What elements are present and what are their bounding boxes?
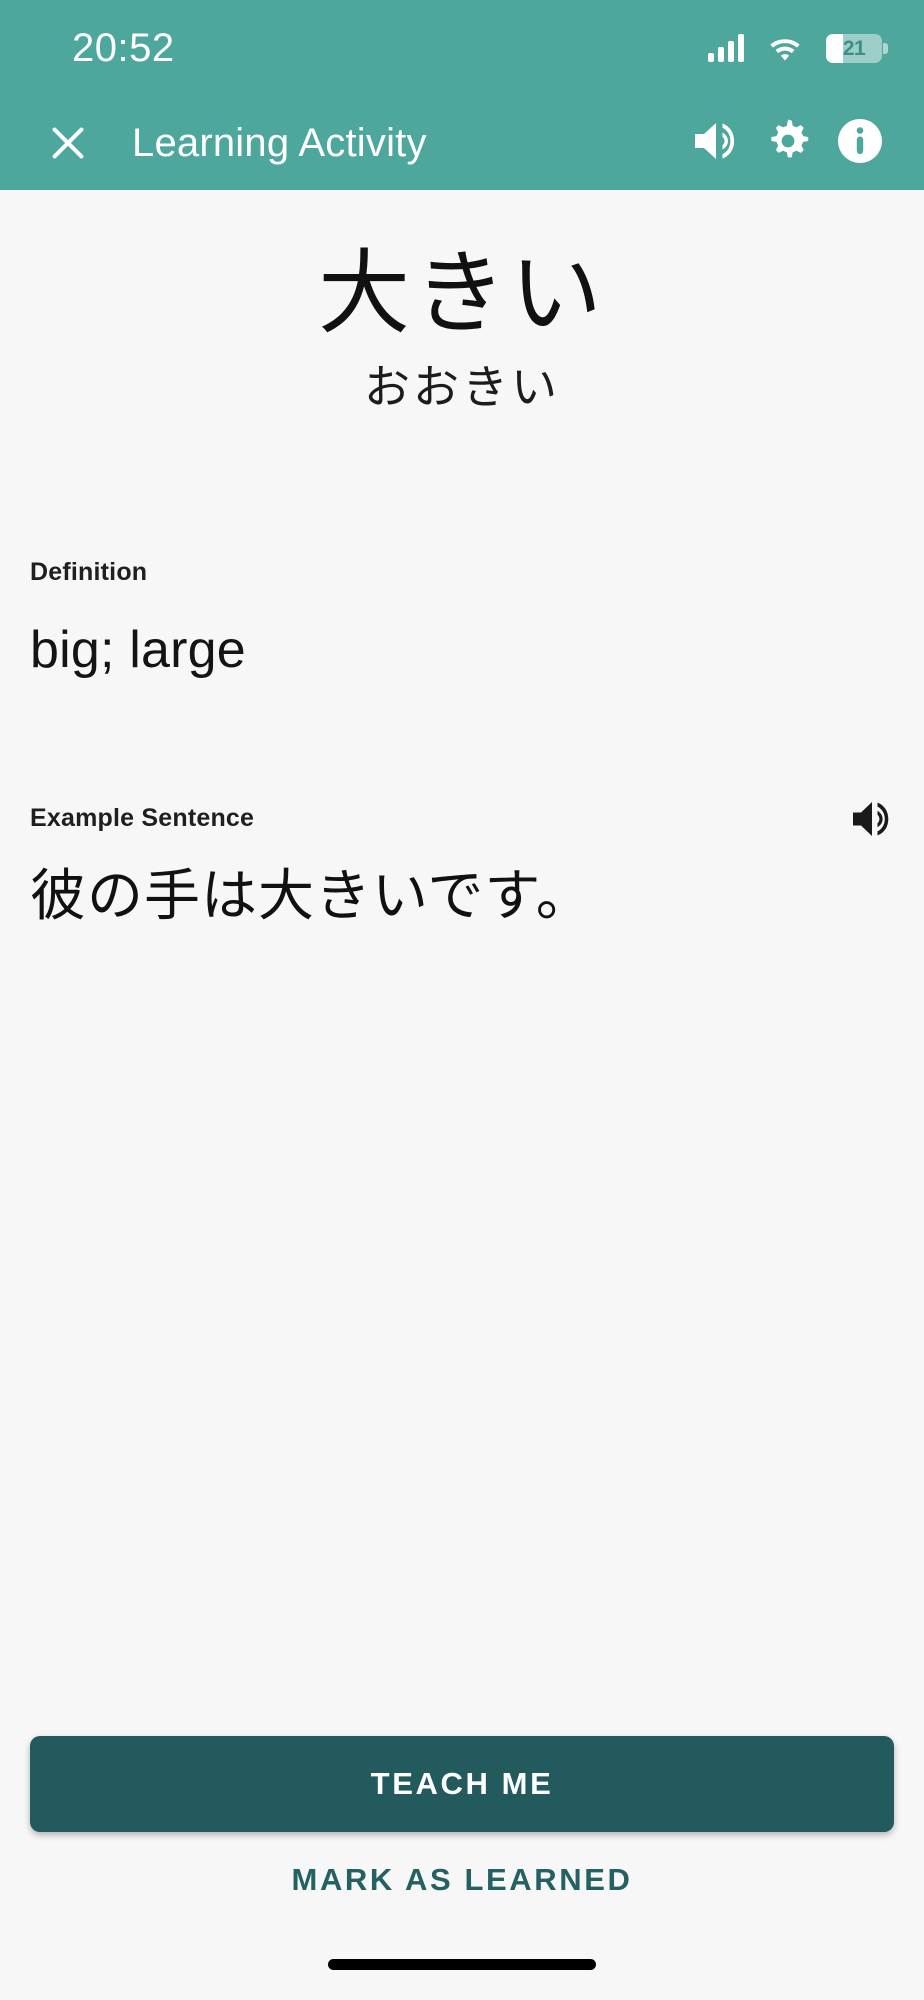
info-icon xyxy=(835,116,885,171)
example-header-row: Example Sentence xyxy=(30,799,894,839)
cellular-signal-icon xyxy=(708,34,744,62)
status-bar: 20:52 21 xyxy=(0,0,924,96)
lesson-content: 大きい おおきい Definition big; large Example S… xyxy=(0,190,924,1736)
example-sentence-section: Example Sentence 彼の手は大きいです。 xyxy=(30,799,894,933)
app-header: 20:52 21 Learning Activity xyxy=(0,0,924,190)
app-bar: Learning Activity xyxy=(0,96,924,190)
gear-icon xyxy=(763,116,813,171)
home-indicator[interactable] xyxy=(328,1958,596,1970)
volume-button[interactable] xyxy=(680,107,752,179)
app-screen: 20:52 21 Learning Activity 大きい おおきい Defi… xyxy=(0,0,924,2000)
battery-level-label: 21 xyxy=(842,36,866,60)
close-button[interactable] xyxy=(32,107,104,179)
close-icon xyxy=(45,120,91,166)
definition-value: big; large xyxy=(30,621,246,680)
teach-me-button[interactable]: TEACH ME xyxy=(30,1736,894,1832)
status-bar-icons: 21 xyxy=(708,33,888,63)
definition-header-row: Definition xyxy=(30,558,894,587)
mark-as-learned-button[interactable]: MARK AS LEARNED xyxy=(30,1832,894,1928)
battery-icon: 21 xyxy=(826,33,888,63)
status-bar-clock: 20:52 xyxy=(72,26,175,70)
definition-label: Definition xyxy=(30,558,148,587)
action-footer: TEACH ME MARK AS LEARNED xyxy=(0,1736,924,1928)
example-sentence-value: 彼の手は大きいです。 xyxy=(30,863,593,929)
vocabulary-word-block: 大きい おおきい xyxy=(30,190,894,418)
page-title: Learning Activity xyxy=(132,120,427,165)
info-button[interactable] xyxy=(824,107,896,179)
vocabulary-reading: おおきい xyxy=(364,360,560,415)
example-audio-button[interactable] xyxy=(850,799,894,839)
example-sentence-label: Example Sentence xyxy=(30,804,255,833)
definition-section: Definition big; large xyxy=(30,558,894,681)
volume-up-icon xyxy=(691,119,741,168)
wifi-icon xyxy=(768,35,802,61)
home-indicator-area xyxy=(0,1928,924,2000)
vocabulary-word: 大きい xyxy=(317,240,606,347)
settings-button[interactable] xyxy=(752,107,824,179)
